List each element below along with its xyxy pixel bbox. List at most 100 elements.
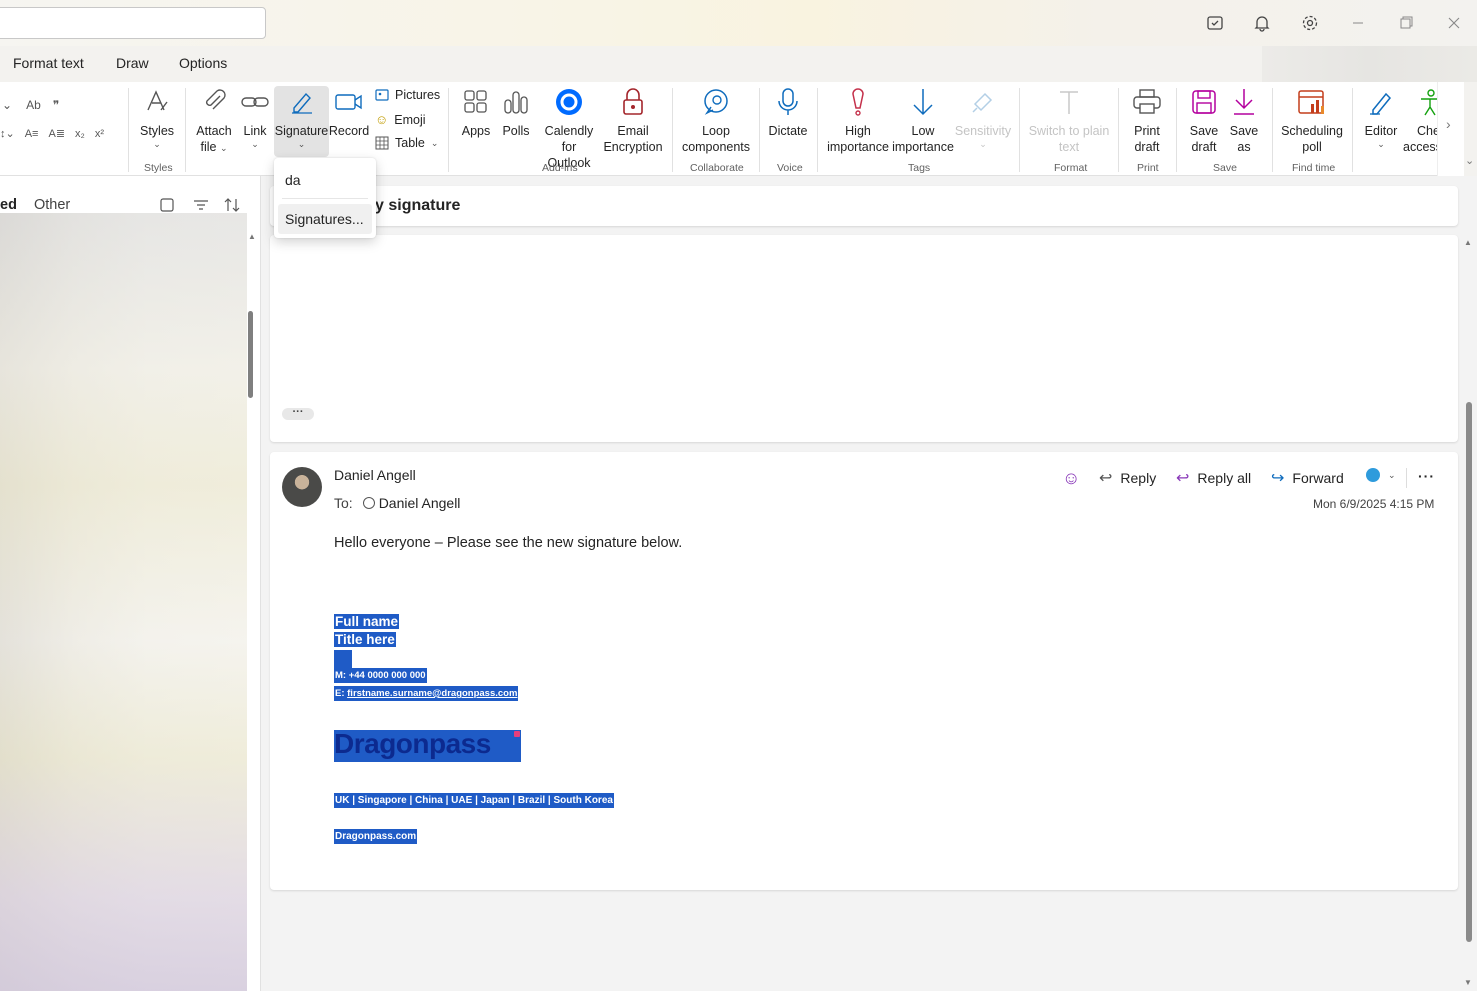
gear-icon[interactable] [1299,12,1321,34]
editor-button[interactable]: Editor ⌄ [1362,86,1400,149]
group-label-save: Save [1213,162,1237,174]
text-format-icon [1053,86,1085,118]
chevron-down-icon[interactable]: ⌄ [2,98,12,112]
calendly-button[interactable]: Calendly for Outlook [536,86,602,171]
signature-blank-line [334,650,352,668]
search-input[interactable] [0,7,266,39]
ribbon-scroll-right[interactable]: › [1437,82,1464,176]
scheduling-poll-button[interactable]: Scheduling poll [1280,86,1344,155]
spell-icon[interactable]: Ab [26,98,41,112]
high-label-2: importance [827,140,889,154]
avatar[interactable] [282,467,322,507]
presence-icon [362,497,375,509]
line-spacing-icon[interactable]: ↕⌄ [0,127,15,140]
show-trimmed-content-button[interactable]: ··· [282,407,314,420]
email-encryption-button[interactable]: Email Encryption [603,86,663,155]
reading-pane-scrollbar[interactable] [1466,402,1472,942]
styles-label: Styles [139,124,175,138]
restore-icon[interactable] [1395,12,1417,34]
message-list-scrollbar[interactable] [248,311,253,398]
editor-label: Editor [1364,124,1398,138]
quote-icon[interactable]: ❞ [53,98,59,112]
superscript-icon[interactable]: x² [95,128,104,140]
format-controls-row2[interactable]: ↕⌄ A≡ A≣ x₂ x² [0,127,104,141]
tab-format-text[interactable]: Format text [13,55,84,71]
attach-file-button[interactable]: Attach file ⌄ [194,86,234,155]
tab-focused[interactable]: ed [0,197,17,213]
conversation-subject: y signature [375,197,461,214]
divider [817,88,818,172]
high-importance-button[interactable]: High importance [826,86,890,155]
signature-mobile: M: +44 0000 000 000 [334,668,427,683]
reply-all-button[interactable]: ↩ Reply all [1176,468,1251,488]
bell-icon[interactable] [1251,12,1273,34]
save-draft-button[interactable]: Save draft [1184,86,1224,155]
compose-area[interactable] [270,235,1458,442]
check-accessibility-button[interactable]: Che access [1403,86,1437,155]
loop-components-button[interactable]: Loop components [681,86,751,155]
font-shrink-icon[interactable]: A≣ [48,127,65,140]
todo-icon[interactable] [1204,12,1226,34]
reply-button[interactable]: ↩ Reply [1099,468,1156,488]
sensitivity-button[interactable]: Sensitivity ⌄ [955,86,1011,149]
styles-icon [141,86,173,118]
scroll-up-icon[interactable]: ▲ [1464,238,1472,247]
loop-label-2: components [681,140,751,154]
save-draft-label: Save [1189,124,1219,138]
signature-pen-icon [286,86,318,118]
smiley-icon: ☺ [1062,468,1081,488]
signature-website[interactable]: Dragonpass.com [334,829,418,844]
tab-options[interactable]: Options [179,55,227,71]
table-icon [375,136,389,150]
subscript-icon[interactable]: x₂ [75,128,85,140]
scroll-up-icon[interactable]: ▲ [248,232,256,241]
calendar-poll-icon [1296,86,1328,118]
printer-icon [1131,86,1163,118]
sender-name[interactable]: Daniel Angell [334,467,416,483]
print-label-2: draft [1134,140,1160,154]
styles-button[interactable]: Styles ⌄ [140,86,174,149]
signature-menu-item-da[interactable]: da [285,172,301,188]
pictures-button[interactable]: Pictures [375,88,440,102]
plain-text-label-2: text [1058,140,1080,154]
low-label: Low [911,124,935,138]
tab-draw[interactable]: Draw [116,55,149,71]
low-importance-button[interactable]: Low importance [891,86,955,155]
recipient-name[interactable]: Daniel Angell [379,495,461,511]
font-grow-icon[interactable]: A≡ [25,128,39,140]
signature-email-link[interactable]: firstname.surname@dragonpass.com [347,688,517,699]
tab-other[interactable]: Other [34,197,70,213]
signature-button[interactable]: Signature ⌄ [274,86,329,149]
arrow-down-icon [907,86,939,118]
signature-menu-item-signatures[interactable]: Signatures... [285,211,364,227]
switch-to-plain-text-button[interactable]: Switch to plain text [1027,86,1111,155]
table-button[interactable]: Table ⌄ [375,136,438,150]
react-button[interactable]: ☺ [1062,468,1080,489]
chevron-down-icon: ⌄ [1388,470,1396,480]
save-draft-label-2: draft [1191,140,1217,154]
divider [185,88,186,172]
emoji-button[interactable]: ☺ Emoji [375,112,426,127]
minimize-icon[interactable] [1347,12,1369,34]
divider [1019,88,1020,172]
apps-button[interactable]: Apps [458,86,494,139]
scroll-down-icon[interactable]: ▼ [1464,978,1472,987]
link-icon [239,86,271,118]
chevron-down-icon: ⌄ [251,139,259,149]
link-button[interactable]: Link ⌄ [240,86,270,149]
dictate-button[interactable]: Dictate [767,86,809,139]
editor-pen-icon [1365,86,1397,118]
addin-dropdown-button[interactable]: ⌄ [1366,468,1396,482]
save-as-button[interactable]: Save as [1226,86,1262,155]
format-controls-row1[interactable]: ⌄ Ab ❞ [2,98,59,112]
chevron-down-icon[interactable]: ⌄ [1465,154,1474,167]
divider [1118,88,1119,172]
record-button[interactable]: Record [329,86,369,139]
email-encryption-label: Email [617,124,649,138]
polls-button[interactable]: Polls [500,86,532,139]
forward-button[interactable]: ↪ Forward [1271,468,1344,488]
chevron-right-icon[interactable]: › [1446,116,1451,132]
print-draft-button[interactable]: Print draft [1127,86,1167,155]
more-actions-button[interactable]: ··· [1418,468,1435,484]
close-icon[interactable] [1443,12,1465,34]
